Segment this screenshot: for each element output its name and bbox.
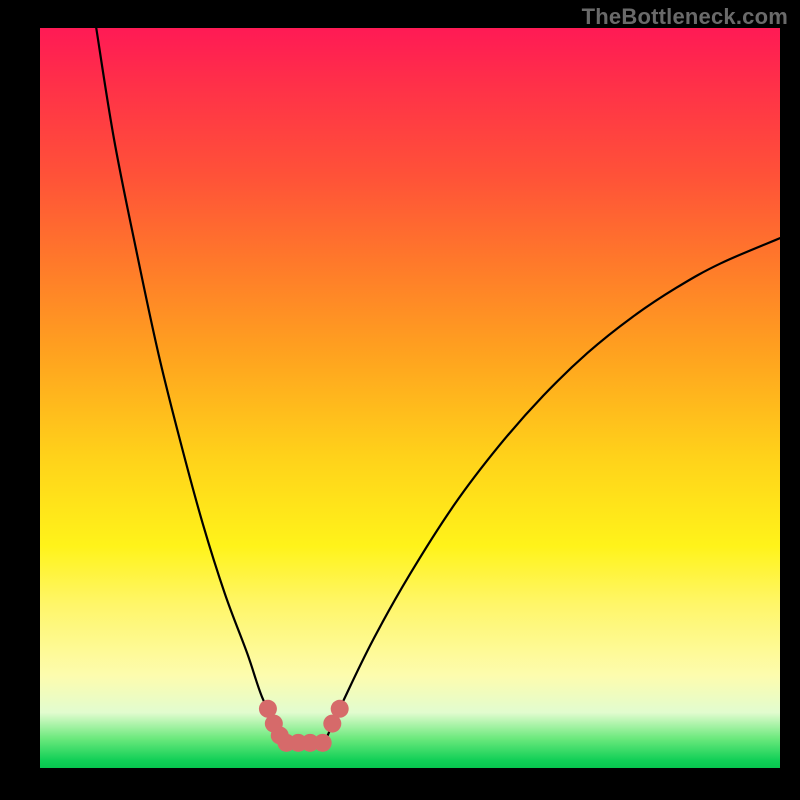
marker-group: [259, 700, 349, 752]
chart-frame: TheBottleneck.com: [0, 0, 800, 800]
right-arm-curve: [326, 238, 780, 740]
watermark-label: TheBottleneck.com: [582, 4, 788, 30]
curve-layer: [40, 28, 780, 768]
highlight-marker: [331, 700, 349, 718]
plot-area: [40, 28, 780, 768]
highlight-marker: [314, 734, 332, 752]
left-arm-curve: [96, 28, 286, 740]
